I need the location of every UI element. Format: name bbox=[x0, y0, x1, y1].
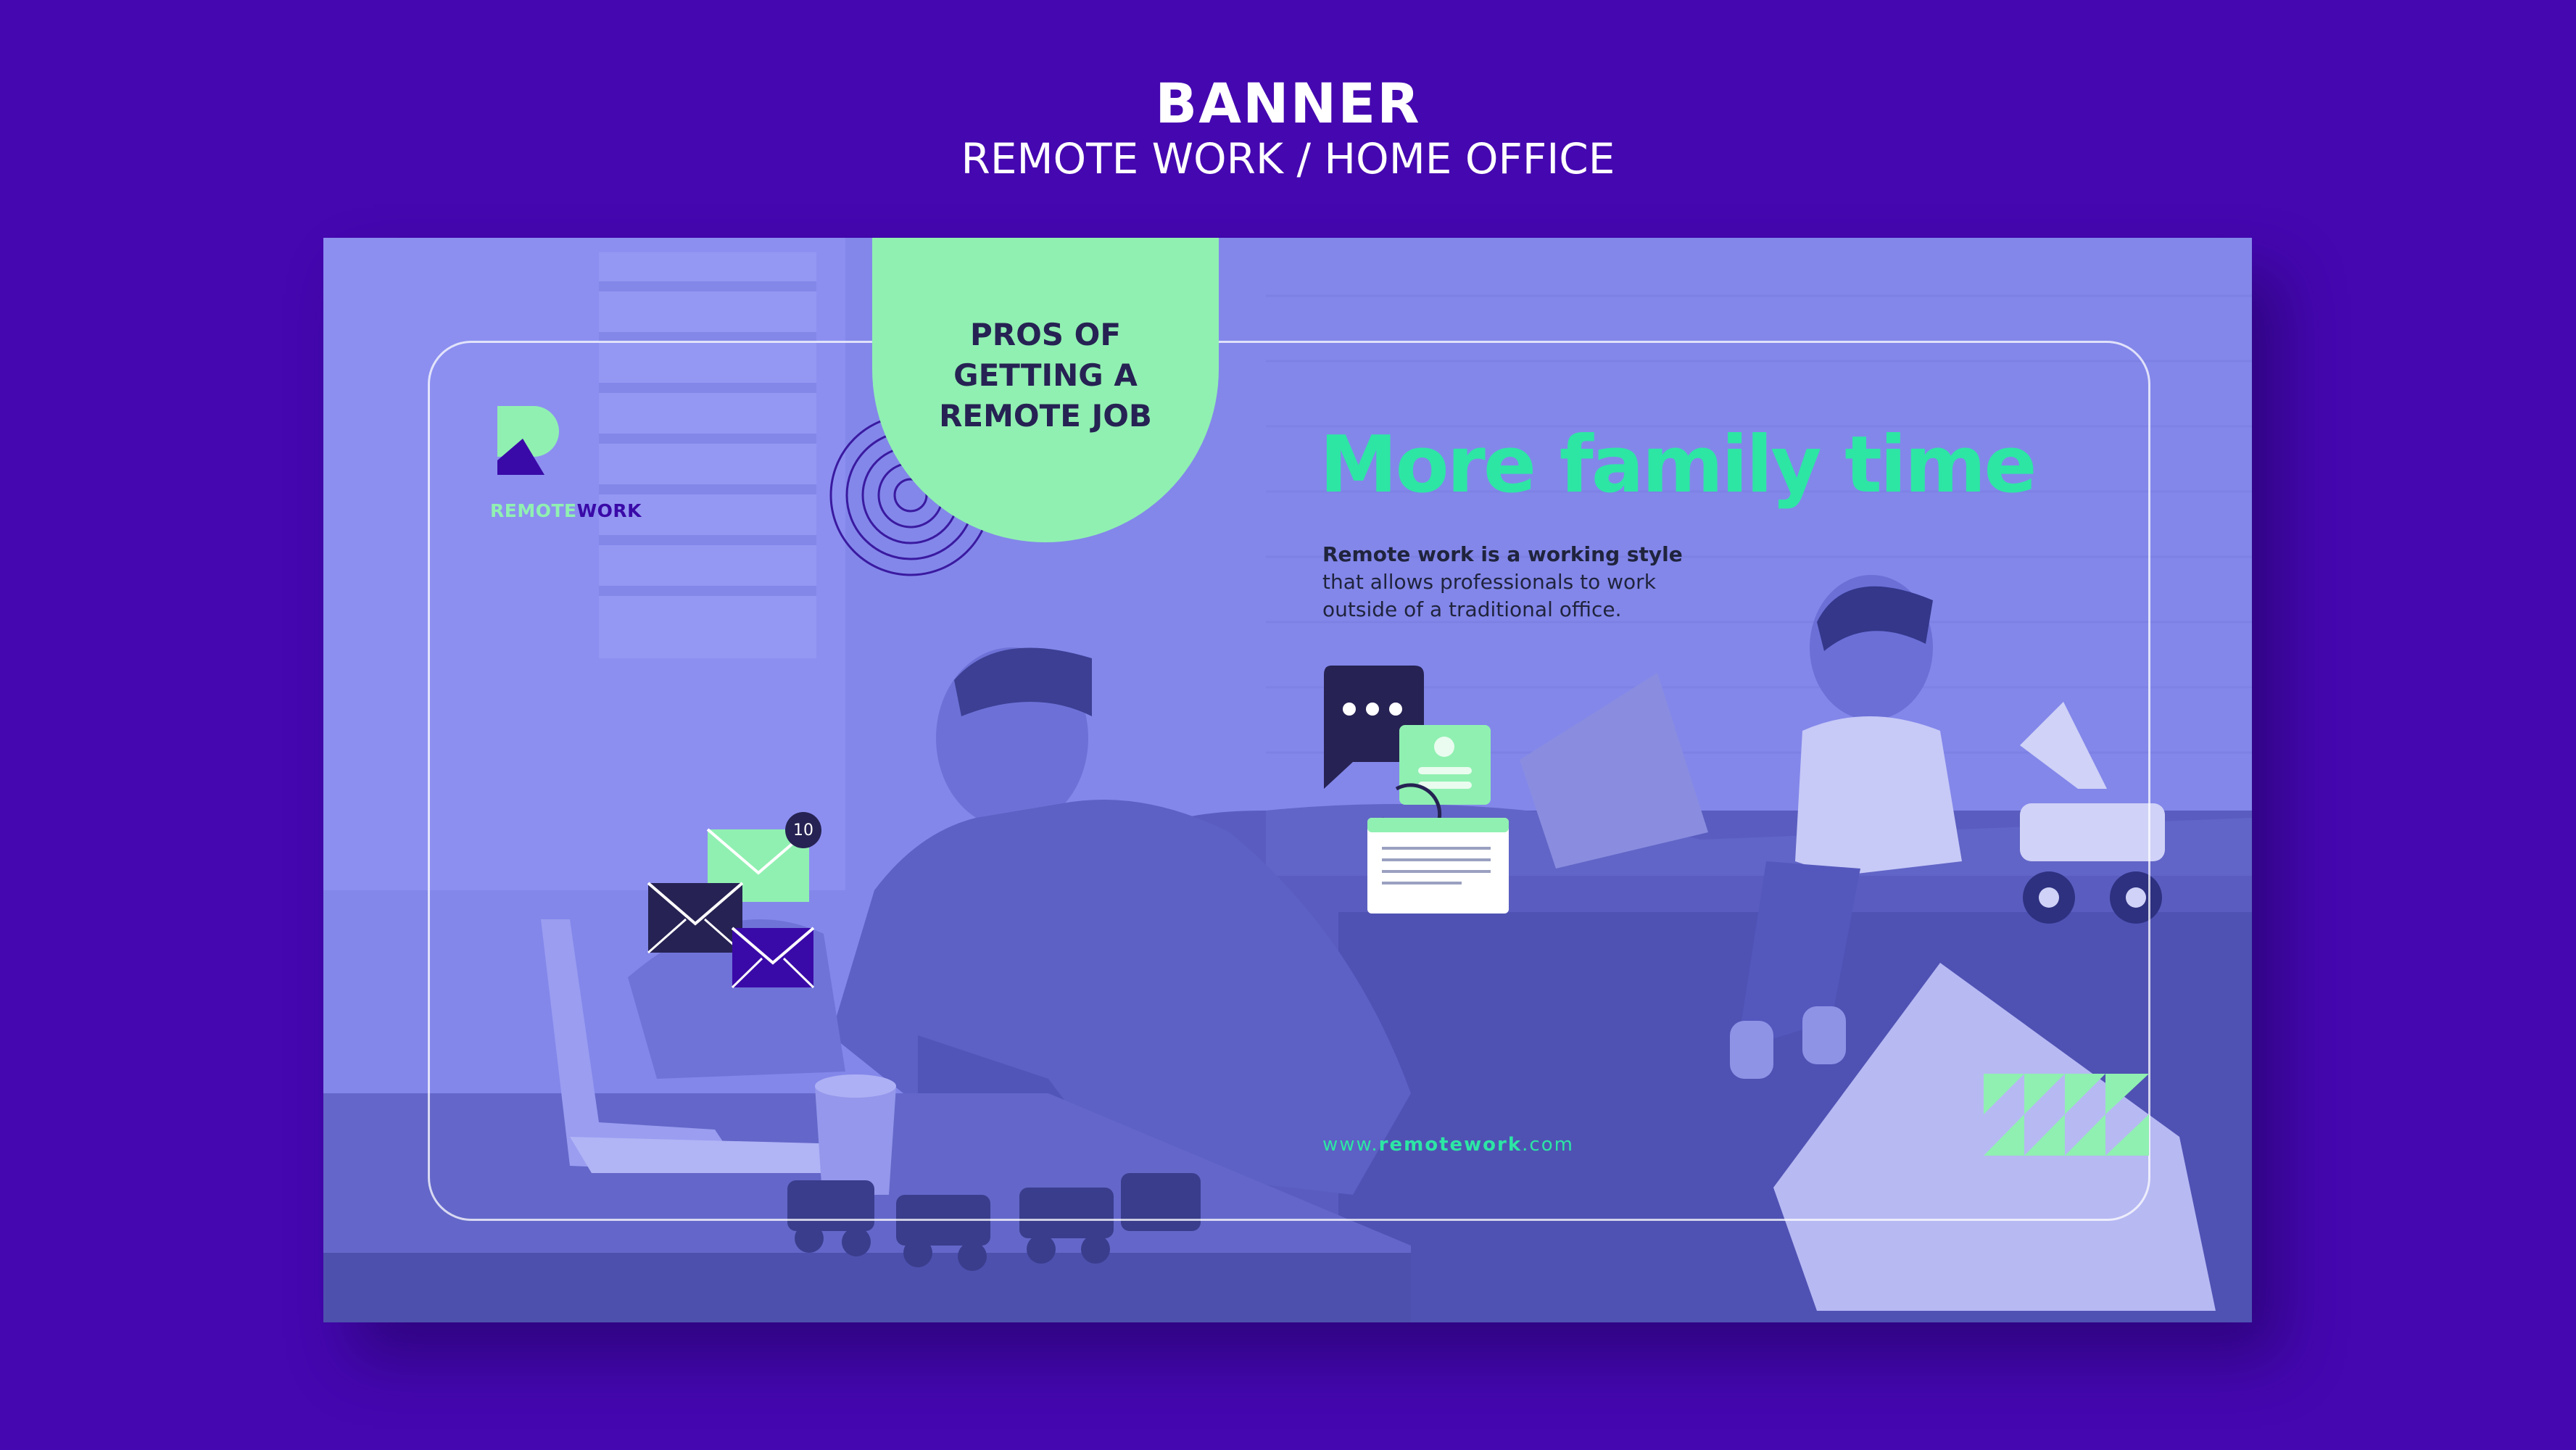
url-suffix: .com bbox=[1522, 1134, 1574, 1156]
logo-word-work: WORK bbox=[576, 500, 642, 521]
pros-tab-text: PROS OF GETTING A REMOTE JOB bbox=[939, 317, 1152, 434]
url-prefix: www. bbox=[1322, 1134, 1379, 1156]
website-url[interactable]: www.remotework.com bbox=[1322, 1134, 1574, 1156]
logo-wordmark: REMOTEWORK bbox=[490, 500, 642, 521]
page-title: BANNER bbox=[1155, 71, 1421, 136]
headline: More family time bbox=[1320, 420, 2037, 510]
remotework-logo: REMOTEWORK bbox=[490, 406, 642, 521]
url-domain: remotework bbox=[1378, 1134, 1523, 1156]
logo-r-icon bbox=[497, 406, 559, 475]
mail-count-badge: 10 bbox=[785, 812, 821, 848]
description-lead: Remote work is a working style bbox=[1322, 542, 1683, 566]
description-rest: that allows professionals to work outsid… bbox=[1322, 570, 1656, 621]
logo-word-remote: REMOTE bbox=[490, 500, 577, 521]
page-subtitle: REMOTE WORK / HOME OFFICE bbox=[961, 134, 1615, 183]
banner-card: PROS OF GETTING A REMOTE JOB REMOTEWORK … bbox=[323, 238, 2252, 1322]
description: Remote work is a working style that allo… bbox=[1322, 541, 1728, 624]
